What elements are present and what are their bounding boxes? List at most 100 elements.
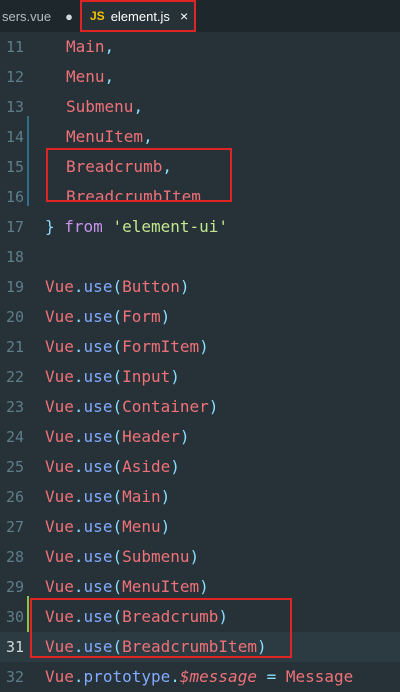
token-obj: Vue	[45, 307, 74, 326]
code-line-22[interactable]: 22 Vue.use(Input)	[0, 362, 400, 392]
js-file-icon: JS	[90, 9, 105, 23]
code-text: Vue.use(Container)	[45, 392, 218, 422]
tab-users-vue[interactable]: sers.vue ●	[0, 0, 80, 32]
code-line-12[interactable]: 12 Menu,	[0, 62, 400, 92]
code-line-30[interactable]: 30 Vue.use(Breadcrumb)	[0, 602, 400, 632]
token-dot: .	[170, 667, 180, 686]
code-text: Vue.use(Menu)	[45, 512, 170, 542]
token-paren: )	[179, 277, 190, 296]
code-line-26[interactable]: 26 Vue.use(Main)	[0, 482, 400, 512]
code-line-18[interactable]: 18	[0, 242, 400, 272]
code-line-13[interactable]: 13 Submenu,	[0, 92, 400, 122]
line-number: 18	[5, 248, 24, 266]
code-line-17[interactable]: 17} from 'element-ui'	[0, 212, 400, 242]
code-line-14[interactable]: 14 MenuItem,	[0, 122, 400, 152]
line-number: 28	[5, 548, 24, 566]
token-paren: (	[112, 637, 123, 656]
token-method: use	[83, 307, 113, 326]
code-text: Vue.use(Header)	[45, 422, 190, 452]
line-number: 32	[5, 668, 24, 686]
code-line-25[interactable]: 25 Vue.use(Aside)	[0, 452, 400, 482]
token-ident: Submenu	[66, 97, 134, 116]
token-paren: )	[179, 427, 190, 446]
token-comma: ,	[162, 157, 172, 176]
token-cls: MenuItem	[122, 577, 200, 596]
code-line-31[interactable]: 31 Vue.use(BreadcrumbItem)	[0, 632, 400, 662]
code-line-27[interactable]: 27 Vue.use(Menu)	[0, 512, 400, 542]
tab-bar: sers.vue ● JS element.js ×	[0, 0, 400, 32]
token-cls: Header	[122, 427, 180, 446]
token-cls: Form	[122, 307, 161, 326]
token-method: use	[83, 637, 113, 656]
code-line-20[interactable]: 20 Vue.use(Form)	[0, 302, 400, 332]
line-number: 11	[5, 38, 24, 56]
token-cls: Aside	[122, 457, 171, 476]
token-paren: )	[160, 307, 171, 326]
code-line-23[interactable]: 23 Vue.use(Container)	[0, 392, 400, 422]
token-cls: Container	[122, 397, 209, 416]
token-obj: Vue	[45, 547, 74, 566]
token-paren: )	[208, 397, 219, 416]
token-method: use	[83, 397, 113, 416]
line-number: 15	[5, 158, 24, 176]
line-number: 19	[5, 278, 24, 296]
token-from: from	[64, 217, 103, 236]
token-dot: .	[73, 397, 84, 416]
line-number: 31	[5, 638, 24, 656]
code-text: Vue.use(Breadcrumb)	[45, 602, 228, 632]
code-line-19[interactable]: 19 Vue.use(Button)	[0, 272, 400, 302]
token-paren: (	[112, 517, 123, 536]
line-number: 20	[5, 308, 24, 326]
token-obj: Vue	[45, 667, 74, 686]
code-line-28[interactable]: 28 Vue.use(Submenu)	[0, 542, 400, 572]
token-ident: MenuItem	[66, 127, 144, 146]
token-paren: (	[112, 577, 123, 596]
token-obj: Vue	[45, 277, 74, 296]
token-dot: .	[73, 307, 84, 326]
line-number: 12	[5, 68, 24, 86]
code-line-32[interactable]: 32 Vue.prototype.$message = Message	[0, 662, 400, 692]
token-obj: Vue	[45, 397, 74, 416]
token-comma: ,	[133, 97, 144, 116]
token-ident: Breadcrumb	[66, 157, 163, 176]
token-paren: (	[112, 487, 123, 506]
code-text: Vue.use(Aside)	[45, 452, 180, 482]
token-paren: )	[199, 577, 209, 596]
token-obj: Vue	[45, 367, 74, 386]
token-op: =	[266, 667, 277, 686]
tab-label: element.js	[110, 8, 170, 24]
token-paren: )	[189, 547, 200, 566]
code-line-15[interactable]: 15 Breadcrumb,	[0, 152, 400, 182]
code-line-29[interactable]: 29 Vue.use(MenuItem)	[0, 572, 400, 602]
token-obj: Vue	[45, 337, 74, 356]
line-number: 30	[5, 608, 24, 626]
token-paren: )	[160, 487, 171, 506]
code-text: } from 'element-ui'	[45, 212, 228, 242]
code-line-24[interactable]: 24 Vue.use(Header)	[0, 422, 400, 452]
code-text: Vue.use(Form)	[45, 302, 170, 332]
close-icon[interactable]: ×	[180, 8, 188, 24]
token-paren: (	[112, 337, 123, 356]
code-text: MenuItem,	[45, 122, 153, 152]
code-line-11[interactable]: 11 Main,	[0, 32, 400, 62]
token-dot: .	[73, 427, 84, 446]
token-method: use	[83, 547, 113, 566]
tab-element-js[interactable]: JS element.js ×	[80, 0, 196, 32]
code-editor[interactable]: 11 Main, 12 Menu, 13 Submenu, 14 MenuItem, 15 Bre…	[0, 32, 400, 686]
code-line-21[interactable]: 21 Vue.use(FormItem)	[0, 332, 400, 362]
code-text: Submenu,	[45, 92, 143, 122]
token-dot: .	[73, 487, 84, 506]
token-method: use	[83, 367, 113, 386]
token-paren: (	[112, 277, 123, 296]
token-dot: .	[73, 277, 84, 296]
token-cls: Breadcrumb	[122, 607, 219, 626]
line-number: 22	[5, 368, 24, 386]
line-number: 16	[5, 188, 24, 206]
token-method: use	[83, 577, 113, 596]
code-line-16[interactable]: 16 BreadcrumbItem	[0, 182, 400, 212]
token-comma: ,	[104, 37, 115, 56]
code-text: Vue.use(Main)	[45, 482, 170, 512]
token-cls: Message	[285, 667, 354, 686]
line-number: 14	[5, 128, 24, 146]
